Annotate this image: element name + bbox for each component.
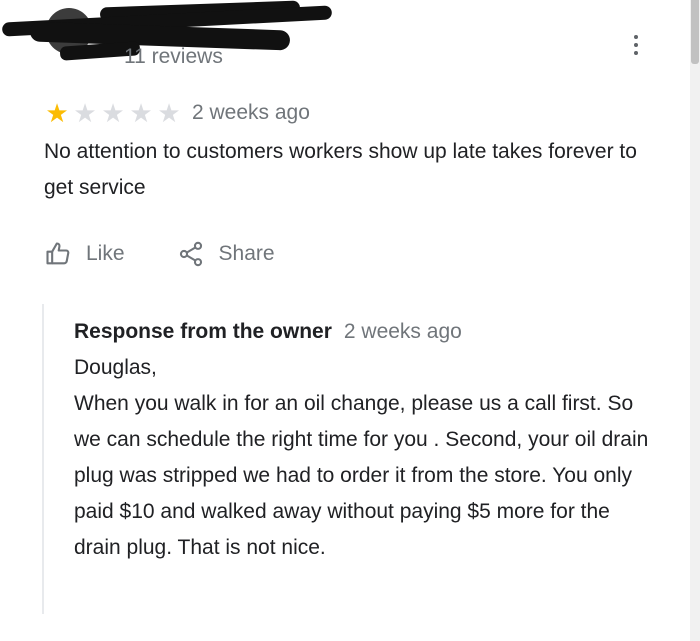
owner-response: Response from the owner 2 weeks ago Dougl… [42,304,664,614]
like-button[interactable]: Like [44,240,125,268]
owner-response-body: Douglas, When you walk in for an oil cha… [74,350,659,566]
reviewer-review-count[interactable]: 11 reviews [124,45,223,69]
review-actions: Like Share [44,236,275,272]
review-card: 11 reviews ★ ★ ★ ★ ★ 2 weeks ago No attentio… [0,0,700,641]
scrollbar-thumb[interactable] [691,0,699,64]
review-timestamp: 2 weeks ago [192,101,310,124]
owner-response-line: Douglas, [74,356,157,379]
thumbs-up-icon [46,242,70,265]
star-rating: ★ ★ ★ ★ ★ [44,100,182,126]
rating-row: ★ ★ ★ ★ ★ 2 weeks ago [44,98,310,128]
like-label: Like [86,242,125,265]
star-empty-icon: ★ [157,98,181,128]
more-vert-icon[interactable] [626,30,646,60]
share-button[interactable]: Share [177,240,275,268]
star-filled-icon: ★ [45,98,69,128]
owner-response-title: Response from the owner [74,320,332,343]
owner-response-timestamp: 2 weeks ago [343,320,462,343]
share-label: Share [218,242,275,265]
star-empty-icon: ★ [73,98,97,128]
share-icon [179,241,202,267]
scrollbar[interactable] [690,0,700,641]
review-text: No attention to customers workers show u… [44,140,637,199]
star-empty-icon: ★ [101,98,125,128]
star-empty-icon: ★ [129,98,153,128]
owner-response-line: When you walk in for an oil change, plea… [74,392,649,559]
owner-response-header: Response from the owner 2 weeks ago [74,314,462,350]
